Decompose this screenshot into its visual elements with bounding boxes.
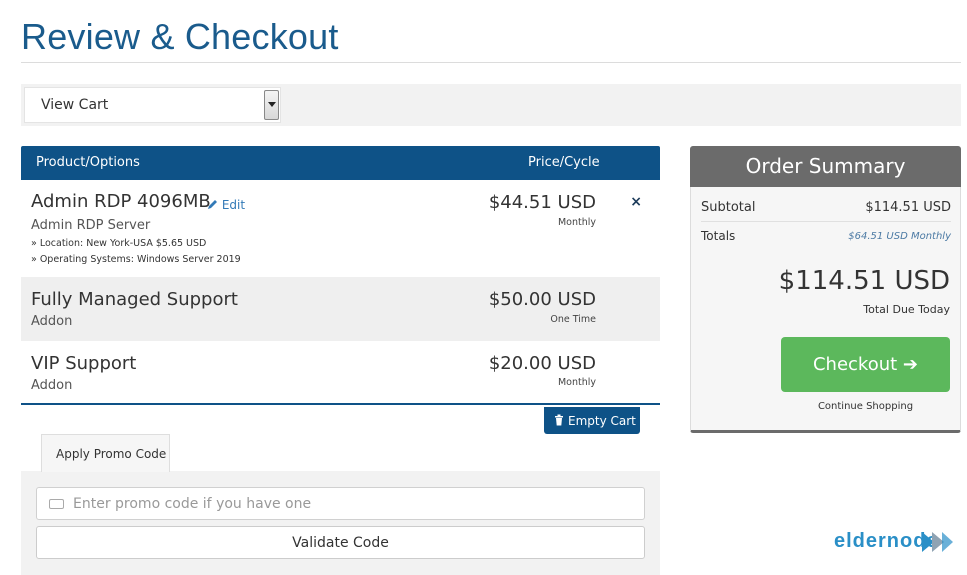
item-option-os: » Operating Systems: Windows Server 2019 <box>31 254 241 265</box>
item-subtitle: Addon <box>31 378 73 393</box>
item-cycle: One Time <box>550 314 596 325</box>
totals-row: Totals $64.51 USD Monthly <box>701 229 951 243</box>
item-cycle: Monthly <box>557 377 596 388</box>
price-cycle-header: Price/Cycle <box>528 155 600 170</box>
ticket-icon <box>49 499 64 509</box>
item-name: VIP Support <box>31 353 137 374</box>
totals-label: Totals <box>701 229 736 243</box>
tab-label: Apply Promo Code <box>56 447 167 461</box>
view-cart-select[interactable]: View Cart <box>24 87 281 123</box>
product-options-header: Product/Options <box>36 155 140 170</box>
item-option-location: » Location: New York-USA $5.65 USD <box>31 238 207 249</box>
item-subtitle: Addon <box>31 314 73 329</box>
subtotal-value: $114.51 USD <box>865 200 951 215</box>
trash-icon <box>555 414 563 426</box>
cart-item-vip-support: VIP Support Addon $20.00 USD Monthly <box>21 341 660 405</box>
continue-shopping-link[interactable]: Continue Shopping <box>781 401 950 412</box>
item-name: Admin RDP 4096MB <box>31 191 211 212</box>
remove-item-icon[interactable]: × <box>630 194 642 210</box>
tab-apply-promo-code[interactable]: Apply Promo Code <box>41 434 170 472</box>
empty-cart-button[interactable]: Empty Cart <box>544 407 640 434</box>
promo-code-input[interactable]: Enter promo code if you have one <box>36 487 645 520</box>
totals-value: $64.51 USD Monthly <box>848 231 951 242</box>
total-due-label: Total Due Today <box>863 303 950 316</box>
item-cycle: Monthly <box>557 217 596 228</box>
promo-code-placeholder: Enter promo code if you have one <box>73 496 312 512</box>
pencil-icon <box>208 200 217 209</box>
cart-header: Product/Options Price/Cycle <box>21 146 660 180</box>
subtotal-row: Subtotal $114.51 USD <box>701 200 951 222</box>
subtotal-label: Subtotal <box>701 200 756 215</box>
item-subtitle: Admin RDP Server <box>31 218 151 233</box>
cart-item-admin-rdp: Admin RDP 4096MB Edit Admin RDP Server »… <box>21 180 660 277</box>
edit-item-link[interactable]: Edit <box>207 198 245 212</box>
page-title: Review & Checkout <box>21 16 339 57</box>
title-divider <box>21 62 961 63</box>
cart-table: Product/Options Price/Cycle Admin RDP 40… <box>21 146 660 405</box>
cart-item-fully-managed-support: Fully Managed Support Addon $50.00 USD O… <box>21 277 660 341</box>
item-price: $20.00 USD <box>488 353 596 374</box>
order-summary-title: Order Summary <box>690 146 961 187</box>
brand-arrows-icon <box>922 532 953 552</box>
item-name: Fully Managed Support <box>31 289 238 310</box>
order-summary: Order Summary Subtotal $114.51 USD Total… <box>690 146 961 433</box>
view-cart-select-value: View Cart <box>41 97 109 113</box>
total-due-amount: $114.51 USD <box>778 266 950 296</box>
item-price: $44.51 USD <box>488 192 596 213</box>
checkout-button[interactable]: Checkout ➔ <box>781 337 950 392</box>
item-price: $50.00 USD <box>488 289 596 310</box>
empty-cart-label: Empty Cart <box>568 414 636 428</box>
chevron-down-icon[interactable] <box>264 90 279 120</box>
validate-code-button[interactable]: Validate Code <box>36 526 645 559</box>
edit-label: Edit <box>221 198 246 212</box>
